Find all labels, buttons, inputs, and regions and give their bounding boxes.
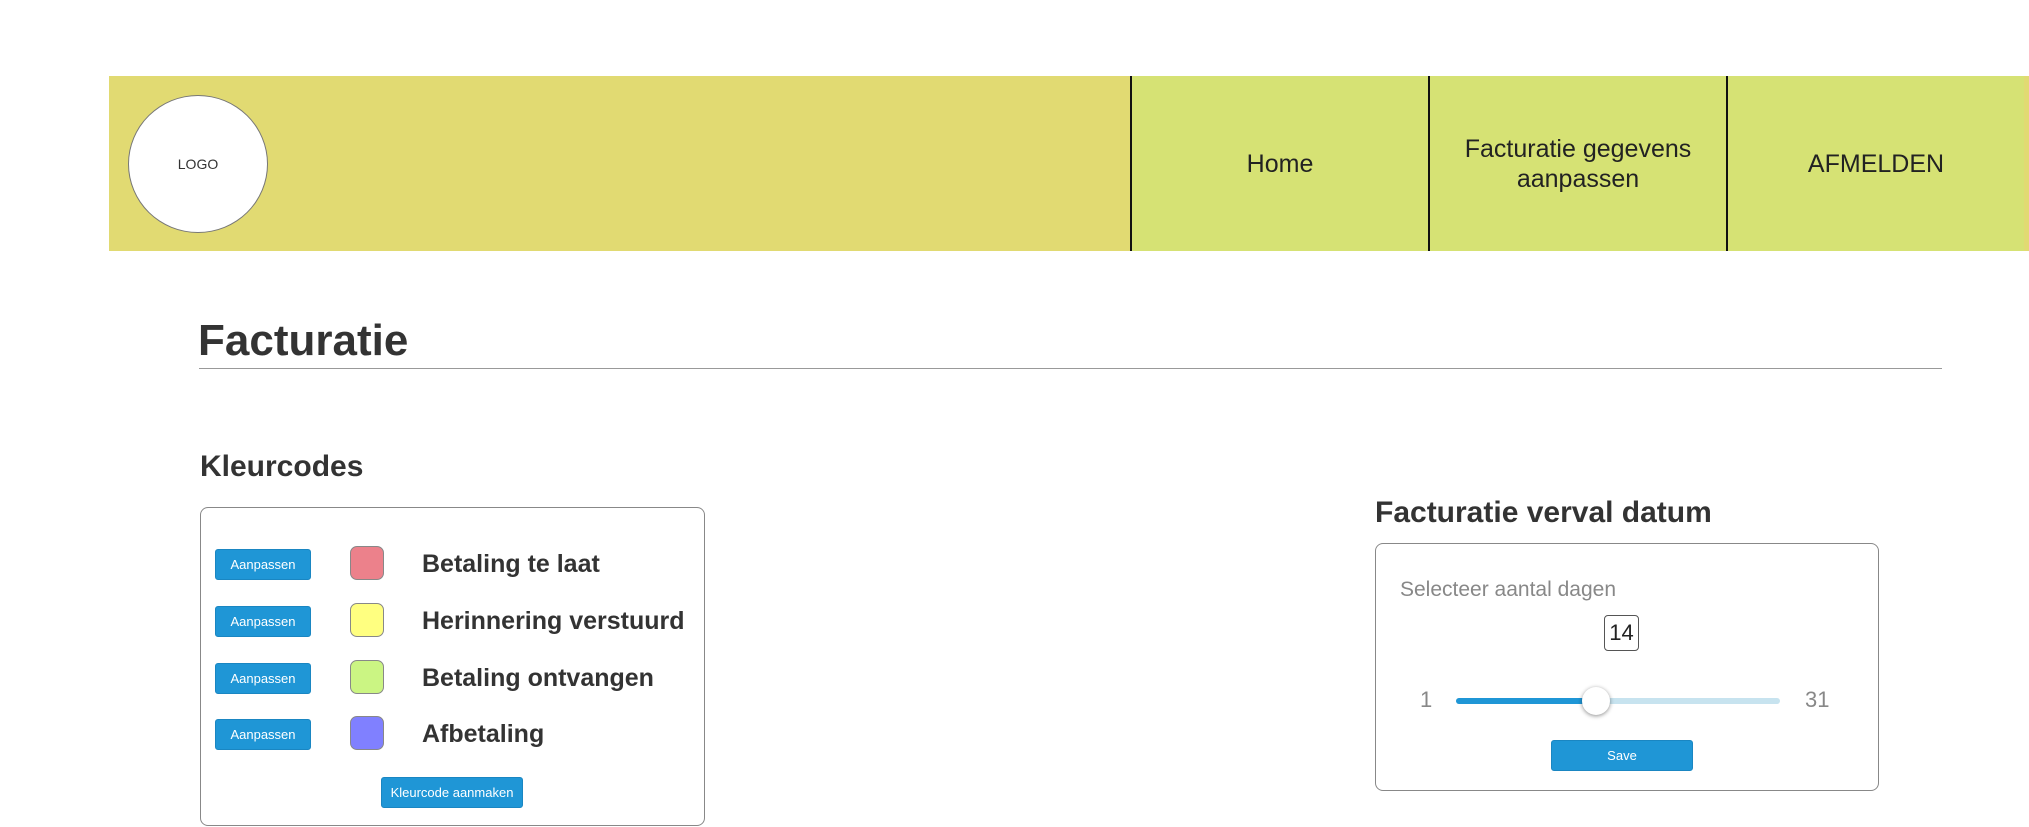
- color-swatch: [350, 716, 384, 750]
- color-swatch: [350, 546, 384, 580]
- kleurcode-label: Herinnering verstuurd: [422, 607, 685, 635]
- color-swatch: [350, 660, 384, 694]
- logo-area: LOGO: [109, 76, 1130, 251]
- aanpassen-button[interactable]: Aanpassen: [215, 663, 311, 694]
- title-divider: [199, 368, 1942, 369]
- page-title: Facturatie: [198, 316, 409, 365]
- kleurcode-label: Afbetaling: [422, 720, 545, 748]
- kleurcode-row-herinnering-verstuurd: Aanpassen Herinnering verstuurd: [215, 601, 695, 641]
- kleurcodes-panel: Aanpassen Betaling te laat Aanpassen Her…: [200, 507, 705, 826]
- slider-min-label: 1: [1420, 687, 1433, 712]
- aanpassen-button[interactable]: Aanpassen: [215, 719, 311, 750]
- slider-value: 14: [1604, 615, 1639, 651]
- kleurcode-row-betaling-te-laat: Aanpassen Betaling te laat: [215, 544, 695, 584]
- aanpassen-button[interactable]: Aanpassen: [215, 549, 311, 580]
- logo-text: LOGO: [177, 156, 219, 172]
- kleurcode-label: Betaling te laat: [422, 550, 600, 578]
- kleurcode-row-betaling-ontvangen: Aanpassen Betaling ontvangen: [215, 658, 695, 698]
- slider-fill: [1456, 698, 1597, 704]
- slider-thumb[interactable]: [1582, 687, 1611, 715]
- kleurcode-aanmaken-button[interactable]: Kleurcode aanmaken: [381, 777, 523, 808]
- nav-facturatie-gegevens[interactable]: Facturatie gegevens aanpassen: [1428, 76, 1726, 251]
- nav-afmelden[interactable]: AFMELDEN: [1726, 76, 2024, 251]
- kleurcode-label: Betaling ontvangen: [422, 664, 654, 692]
- nav-home[interactable]: Home: [1130, 76, 1428, 251]
- slider-max-label: 31: [1805, 687, 1830, 712]
- verval-datum-panel: Selecteer aantal dagen 14 1 31 Save: [1375, 543, 1879, 791]
- color-swatch: [350, 603, 384, 637]
- slider-label: Selecteer aantal dagen: [1400, 578, 1616, 601]
- nav-home-label: Home: [1246, 149, 1314, 178]
- save-button[interactable]: Save: [1551, 740, 1693, 771]
- dagen-slider[interactable]: [1456, 687, 1780, 715]
- kleurcode-row-afbetaling: Aanpassen Afbetaling: [215, 714, 695, 754]
- nav-facturatie-gegevens-label: Facturatie gegevens aanpassen: [1464, 134, 1692, 193]
- nav-afmelden-label: AFMELDEN: [1807, 149, 1945, 178]
- verval-datum-title: Facturatie verval datum: [1375, 496, 1712, 529]
- kleurcodes-title: Kleurcodes: [200, 450, 364, 483]
- header: LOGO Home Facturatie gegevens aanpassen …: [109, 76, 2029, 251]
- aanpassen-button[interactable]: Aanpassen: [215, 606, 311, 637]
- logo[interactable]: LOGO: [128, 95, 268, 233]
